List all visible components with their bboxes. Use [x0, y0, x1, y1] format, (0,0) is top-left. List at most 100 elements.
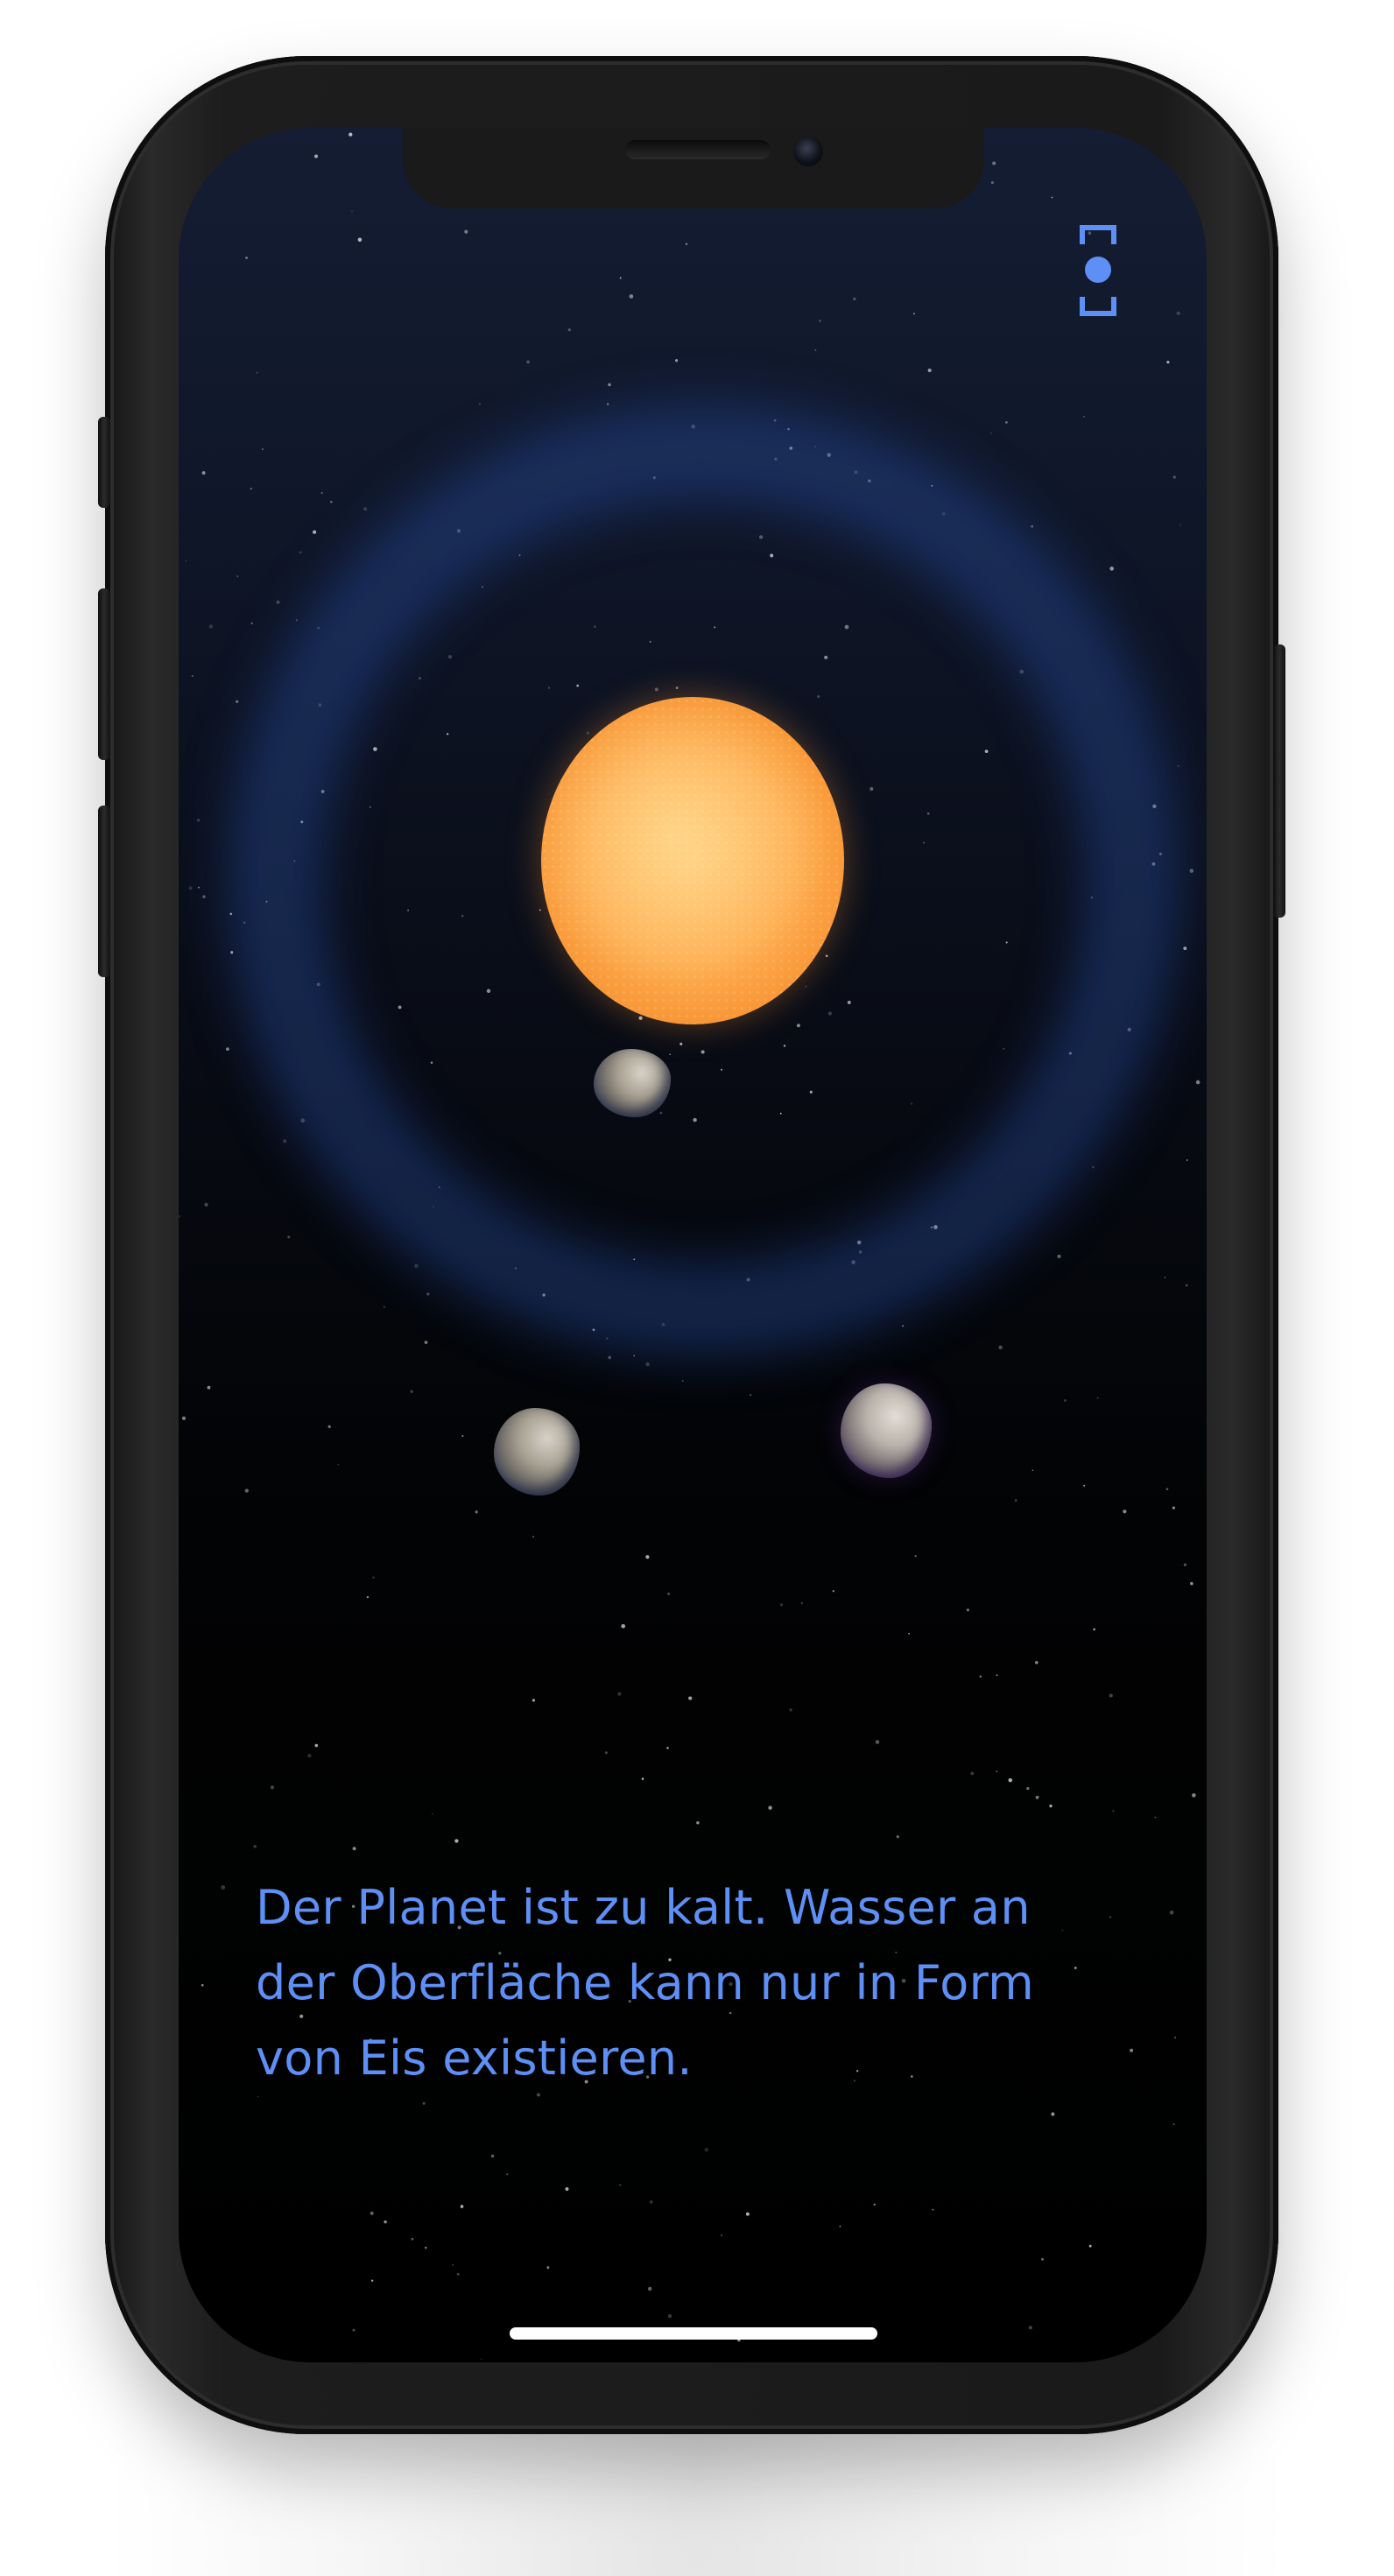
star-dot [1014, 1498, 1017, 1503]
star-dot [681, 1380, 684, 1383]
star-dot [314, 154, 318, 158]
star-dot [352, 1847, 356, 1851]
earpiece-speaker [625, 140, 771, 159]
star-dot [348, 132, 353, 137]
star-dot [526, 360, 530, 364]
star-dot [1183, 1563, 1186, 1566]
star-dot [230, 951, 234, 954]
star-dot [873, 2203, 876, 2206]
star-dot [300, 1118, 306, 1123]
star-dot [750, 1394, 752, 1397]
star-dot [1109, 567, 1114, 571]
star-dot [370, 2279, 374, 2282]
star-dot [839, 2225, 841, 2228]
star-dot [621, 1623, 626, 1629]
star-dot [236, 700, 239, 703]
star-dot [201, 1984, 204, 1987]
star-dot [617, 1692, 622, 1696]
front-camera [793, 137, 823, 166]
planet-right[interactable] [841, 1383, 932, 1478]
star-dot [1172, 475, 1177, 479]
star-dot [1083, 1484, 1086, 1487]
star-dot [649, 2199, 653, 2204]
star-dot [721, 2234, 722, 2236]
star-dot [606, 1337, 609, 1340]
star-sun [541, 697, 844, 1024]
star-dot [1186, 1159, 1188, 1161]
star-dot [226, 1047, 229, 1051]
star-dot [250, 488, 252, 490]
star-dot [490, 2154, 495, 2158]
star-dot [800, 1601, 803, 1604]
device-mockup: Der Planet ist zu kalt. Wasser an der Ob… [0, 0, 1394, 2576]
star-dot [1008, 1777, 1013, 1783]
star-dot [1031, 524, 1034, 528]
star-dot [990, 432, 993, 434]
volume-down-button [98, 806, 110, 977]
volume-up-button [98, 588, 110, 760]
star-dot [180, 2312, 185, 2316]
star-dot [932, 2208, 934, 2211]
star-dot [647, 2286, 652, 2291]
planet-inner[interactable] [594, 1049, 671, 1117]
star-dot [1031, 1469, 1034, 1472]
star-dot [902, 1325, 905, 1327]
star-dot [1165, 1488, 1169, 1491]
star-dot [667, 2313, 672, 2319]
star-dot [191, 193, 194, 196]
star-dot [1176, 311, 1180, 315]
star-dot [1049, 1804, 1053, 1808]
star-dot [1158, 852, 1162, 855]
star-dot [970, 1771, 975, 1776]
star-dot [1005, 421, 1008, 424]
star-dot [1064, 1399, 1067, 1402]
star-dot [1172, 2122, 1175, 2126]
star-dot [1083, 415, 1086, 418]
star-dot [768, 1805, 772, 1810]
star-dot [565, 2186, 569, 2192]
star-dot [229, 912, 233, 916]
star-dot [1152, 804, 1157, 809]
star-dot [384, 2220, 387, 2224]
star-dot [236, 575, 239, 578]
focus-bracket-icon[interactable] [1077, 222, 1119, 319]
star-dot [1154, 1816, 1157, 1819]
star-dot [996, 1770, 998, 1773]
star-dot [204, 1202, 208, 1207]
star-dot [1181, 2325, 1185, 2327]
star-dot [1172, 1506, 1175, 1510]
star-dot [422, 2101, 426, 2105]
star-dot [1137, 131, 1141, 135]
star-dot [250, 622, 253, 625]
star-dot [295, 619, 298, 622]
star-dot [908, 1632, 910, 1635]
star-dot [704, 2147, 709, 2152]
star-dot [1123, 1510, 1127, 1514]
home-indicator[interactable] [510, 2327, 877, 2340]
star-dot [567, 328, 571, 332]
star-dot [1189, 869, 1194, 873]
star-dot [688, 1696, 693, 1700]
star-dot [1051, 2112, 1055, 2116]
star-dot [1096, 1397, 1099, 1399]
star-dot [1151, 862, 1156, 866]
star-dot [1195, 1080, 1200, 1085]
star-dot [931, 484, 933, 487]
star-dot [366, 1595, 370, 1599]
star-dot [875, 1740, 880, 1744]
star-dot [1093, 1628, 1096, 1631]
star-dot [1028, 2326, 1032, 2330]
star-dot [181, 1416, 187, 1420]
star-dot [1041, 2257, 1044, 2261]
star-dot [243, 921, 246, 924]
star-dot [383, 1306, 386, 1308]
star-dot [1174, 2037, 1176, 2038]
planet-left[interactable] [494, 1408, 580, 1496]
star-dot [197, 886, 201, 889]
star-dot [460, 2205, 464, 2208]
star-dot [270, 1785, 274, 1790]
star-dot [1169, 1911, 1174, 1915]
star-dot [208, 624, 214, 629]
star-dot [1088, 2244, 1092, 2248]
star-dot [814, 348, 817, 351]
